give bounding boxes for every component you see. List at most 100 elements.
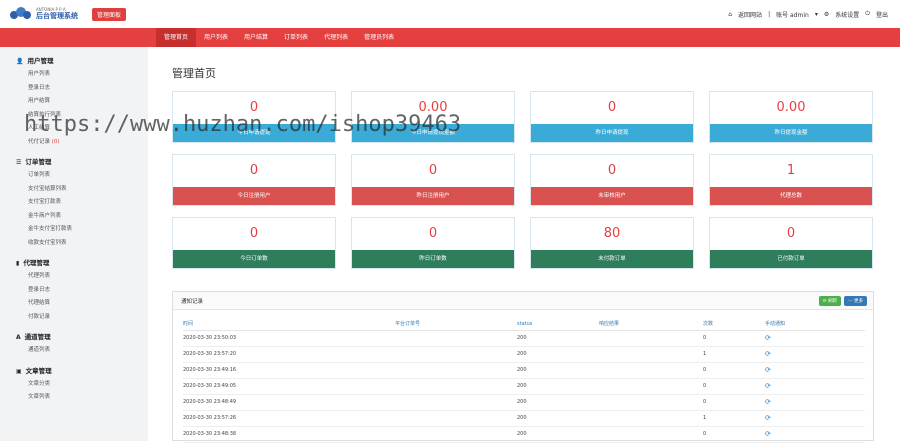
cell-manual-notify: ⟳ bbox=[765, 362, 865, 379]
settings-link[interactable]: 系统设置 bbox=[835, 10, 859, 19]
nav-tab-admins[interactable]: 管理员列表 bbox=[356, 28, 402, 47]
cell-count: 0 bbox=[703, 362, 765, 379]
cell-response bbox=[599, 346, 703, 363]
cell-response bbox=[599, 330, 703, 347]
stat-card-agent-total: 1 代理总数 bbox=[709, 154, 873, 206]
stat-label[interactable]: 未付款订单 bbox=[531, 250, 693, 268]
sidebar-item-article-categories[interactable]: 文章分类 bbox=[0, 378, 148, 392]
list-icon: ☰ bbox=[16, 159, 22, 166]
cell-count: 0 bbox=[703, 426, 765, 443]
home-icon: ⌂ bbox=[728, 10, 733, 18]
stat-value: 0.00 bbox=[776, 100, 806, 115]
sidebar-item-settlement-exec[interactable]: 结算执行列表 bbox=[0, 109, 148, 123]
sidebar-item-manual-settlement[interactable]: 人工结算 bbox=[0, 122, 148, 136]
cell-count: 1 bbox=[703, 410, 765, 427]
cell-status: 200 bbox=[517, 362, 599, 379]
sidebar-item-order-list[interactable]: 订单列表 bbox=[0, 169, 148, 183]
nav-tab-user-settlement[interactable]: 用户结算 bbox=[236, 28, 276, 47]
stat-value: 1 bbox=[786, 163, 796, 178]
cell-status: 200 bbox=[517, 378, 599, 395]
sidebar-item-article-list[interactable]: 文章列表 bbox=[0, 391, 148, 405]
logo[interactable]: ANTONIA P P A 后台管理系统 bbox=[10, 5, 78, 23]
more-button[interactable]: ⋯ 更多 bbox=[844, 295, 867, 306]
cell-response bbox=[599, 394, 703, 411]
stat-value: 0.00 bbox=[418, 100, 448, 115]
stat-card-today-withdraw-apps: 0 今日申请提现 bbox=[172, 91, 336, 143]
stat-label[interactable]: 昨日注册用户 bbox=[352, 187, 514, 205]
user-icon: 👤 bbox=[16, 58, 24, 65]
stat-label[interactable]: 昨日申请提现 bbox=[531, 124, 693, 142]
stat-label[interactable]: 今日申请提现 bbox=[173, 124, 335, 142]
cell-order-no bbox=[395, 346, 517, 363]
sidebar-item-user-list[interactable]: 用户列表 bbox=[0, 68, 148, 82]
cell-order-no bbox=[395, 426, 517, 443]
stat-label[interactable]: 未审核用户 bbox=[531, 187, 693, 205]
sidebar-item-user-settlement[interactable]: 用户结算 bbox=[0, 95, 148, 109]
resend-notify-icon[interactable]: ⟳ bbox=[765, 366, 771, 374]
sidebar-section-orders[interactable]: ☰ 订单管理 bbox=[0, 156, 148, 169]
stat-label[interactable]: 昨日订单数 bbox=[352, 250, 514, 268]
stat-label[interactable]: 今日申请提现金额 bbox=[352, 124, 514, 142]
payout-count-badge: (0) bbox=[51, 138, 60, 145]
sidebar-item-alipay-payment[interactable]: 支付宝打款表 bbox=[0, 196, 148, 210]
table-row: 2020-03-30 23:57:26 200 1 ⟳ bbox=[183, 410, 865, 427]
nav-tab-home[interactable]: 管理首页 bbox=[156, 28, 197, 47]
stat-card-yesterday-withdraw-amount: 0.00 昨日提现金额 bbox=[709, 91, 873, 143]
resend-notify-icon[interactable]: ⟳ bbox=[765, 350, 771, 358]
caret-down-icon[interactable]: ▾ bbox=[815, 11, 818, 18]
stat-label[interactable]: 昨日提现金额 bbox=[710, 124, 872, 142]
cell-time: 2020-03-30 23:57:20 bbox=[183, 346, 395, 363]
sidebar-item-agent-list[interactable]: 代理列表 bbox=[0, 270, 148, 284]
cell-status: 200 bbox=[517, 346, 599, 363]
stat-label[interactable]: 已付款订单 bbox=[710, 250, 872, 268]
notification-table: 时间 平台订单号 status 响应结果 次数 手动通知 2020-03-30 … bbox=[183, 318, 865, 443]
sidebar-item-login-log[interactable]: 登录日志 bbox=[0, 82, 148, 96]
account-dropdown[interactable]: 账号 admin bbox=[776, 10, 809, 19]
sidebar-item-jinniu-merchants[interactable]: 金牛商户列表 bbox=[0, 210, 148, 224]
sidebar-item-payout-records[interactable]: 代付记录 (0) bbox=[0, 136, 148, 150]
table-row: 2020-03-30 23:50:03 200 0 ⟳ bbox=[183, 330, 865, 347]
sidebar-item-receipt-alipay[interactable]: 收款支付宝列表 bbox=[0, 237, 148, 251]
cell-time: 2020-03-30 23:57:26 bbox=[183, 410, 395, 427]
resend-notify-icon[interactable]: ⟳ bbox=[765, 398, 771, 406]
panel-title: 通知记录 bbox=[181, 298, 204, 305]
sidebar-section-agents[interactable]: ▮ 代理管理 bbox=[0, 257, 148, 270]
sidebar-item-jinniu-alipay[interactable]: 金牛支付宝打款表 bbox=[0, 223, 148, 237]
col-response: 响应结果 bbox=[599, 318, 703, 331]
resend-notify-icon[interactable]: ⟳ bbox=[765, 414, 771, 422]
top-header: ANTONIA P P A 后台管理系统 管理面板 ⌂ 返回网站 | 账号 ad… bbox=[0, 0, 900, 28]
power-icon: ⏻ bbox=[865, 10, 870, 17]
admin-panel-badge[interactable]: 管理面板 bbox=[92, 7, 127, 21]
sidebar-item-agent-login-log[interactable]: 登录日志 bbox=[0, 284, 148, 298]
main-content: 管理首页 0 今日申请提现 0.00 今日申请提现金额 0 昨日申请提现 0.00 昨日提现金… bbox=[148, 47, 900, 443]
refresh-button[interactable]: ⟳ 刷新 bbox=[818, 295, 842, 306]
table-row: 2020-03-30 23:48:38 200 0 ⟳ bbox=[183, 426, 865, 443]
sidebar-section-users[interactable]: 👤 用户管理 bbox=[0, 55, 148, 68]
cell-time: 2020-03-30 23:49:05 bbox=[183, 378, 395, 395]
sidebar-section-channels[interactable]: A 通道管理 bbox=[0, 331, 148, 344]
stat-label[interactable]: 今日注册用户 bbox=[173, 187, 335, 205]
stat-card-today-orders: 0 今日订单数 bbox=[172, 217, 336, 269]
sidebar-item-payment-records[interactable]: 付款记录 bbox=[0, 311, 148, 325]
sidebar-item-channel-list[interactable]: 通道列表 bbox=[0, 344, 148, 358]
cell-response bbox=[599, 410, 703, 427]
logout-link[interactable]: 登出 bbox=[876, 10, 888, 19]
cell-time: 2020-03-30 23:48:49 bbox=[183, 394, 395, 411]
cell-order-no bbox=[395, 362, 517, 379]
sidebar-item-alipay-settlement[interactable]: 支付宝结算列表 bbox=[0, 183, 148, 197]
resend-notify-icon[interactable]: ⟳ bbox=[765, 334, 771, 342]
font-icon: A bbox=[16, 334, 21, 341]
nav-tab-agents[interactable]: 代理列表 bbox=[316, 28, 356, 47]
resend-notify-icon[interactable]: ⟳ bbox=[765, 382, 771, 390]
cell-time: 2020-03-30 23:49:16 bbox=[183, 362, 395, 379]
stat-label[interactable]: 今日订单数 bbox=[173, 250, 335, 268]
nav-tab-users[interactable]: 用户列表 bbox=[196, 28, 236, 47]
nav-tab-orders[interactable]: 订单列表 bbox=[276, 28, 316, 47]
sidebar-section-articles[interactable]: ▣ 文章管理 bbox=[0, 365, 148, 378]
stat-label[interactable]: 代理总数 bbox=[710, 187, 872, 205]
resend-notify-icon[interactable]: ⟳ bbox=[765, 430, 771, 438]
cell-count: 0 bbox=[703, 330, 765, 347]
sidebar-item-agent-settlement[interactable]: 代理结算 bbox=[0, 297, 148, 311]
col-manual-notify: 手动通知 bbox=[765, 318, 865, 331]
back-site-link[interactable]: 返回网站 bbox=[738, 10, 762, 19]
